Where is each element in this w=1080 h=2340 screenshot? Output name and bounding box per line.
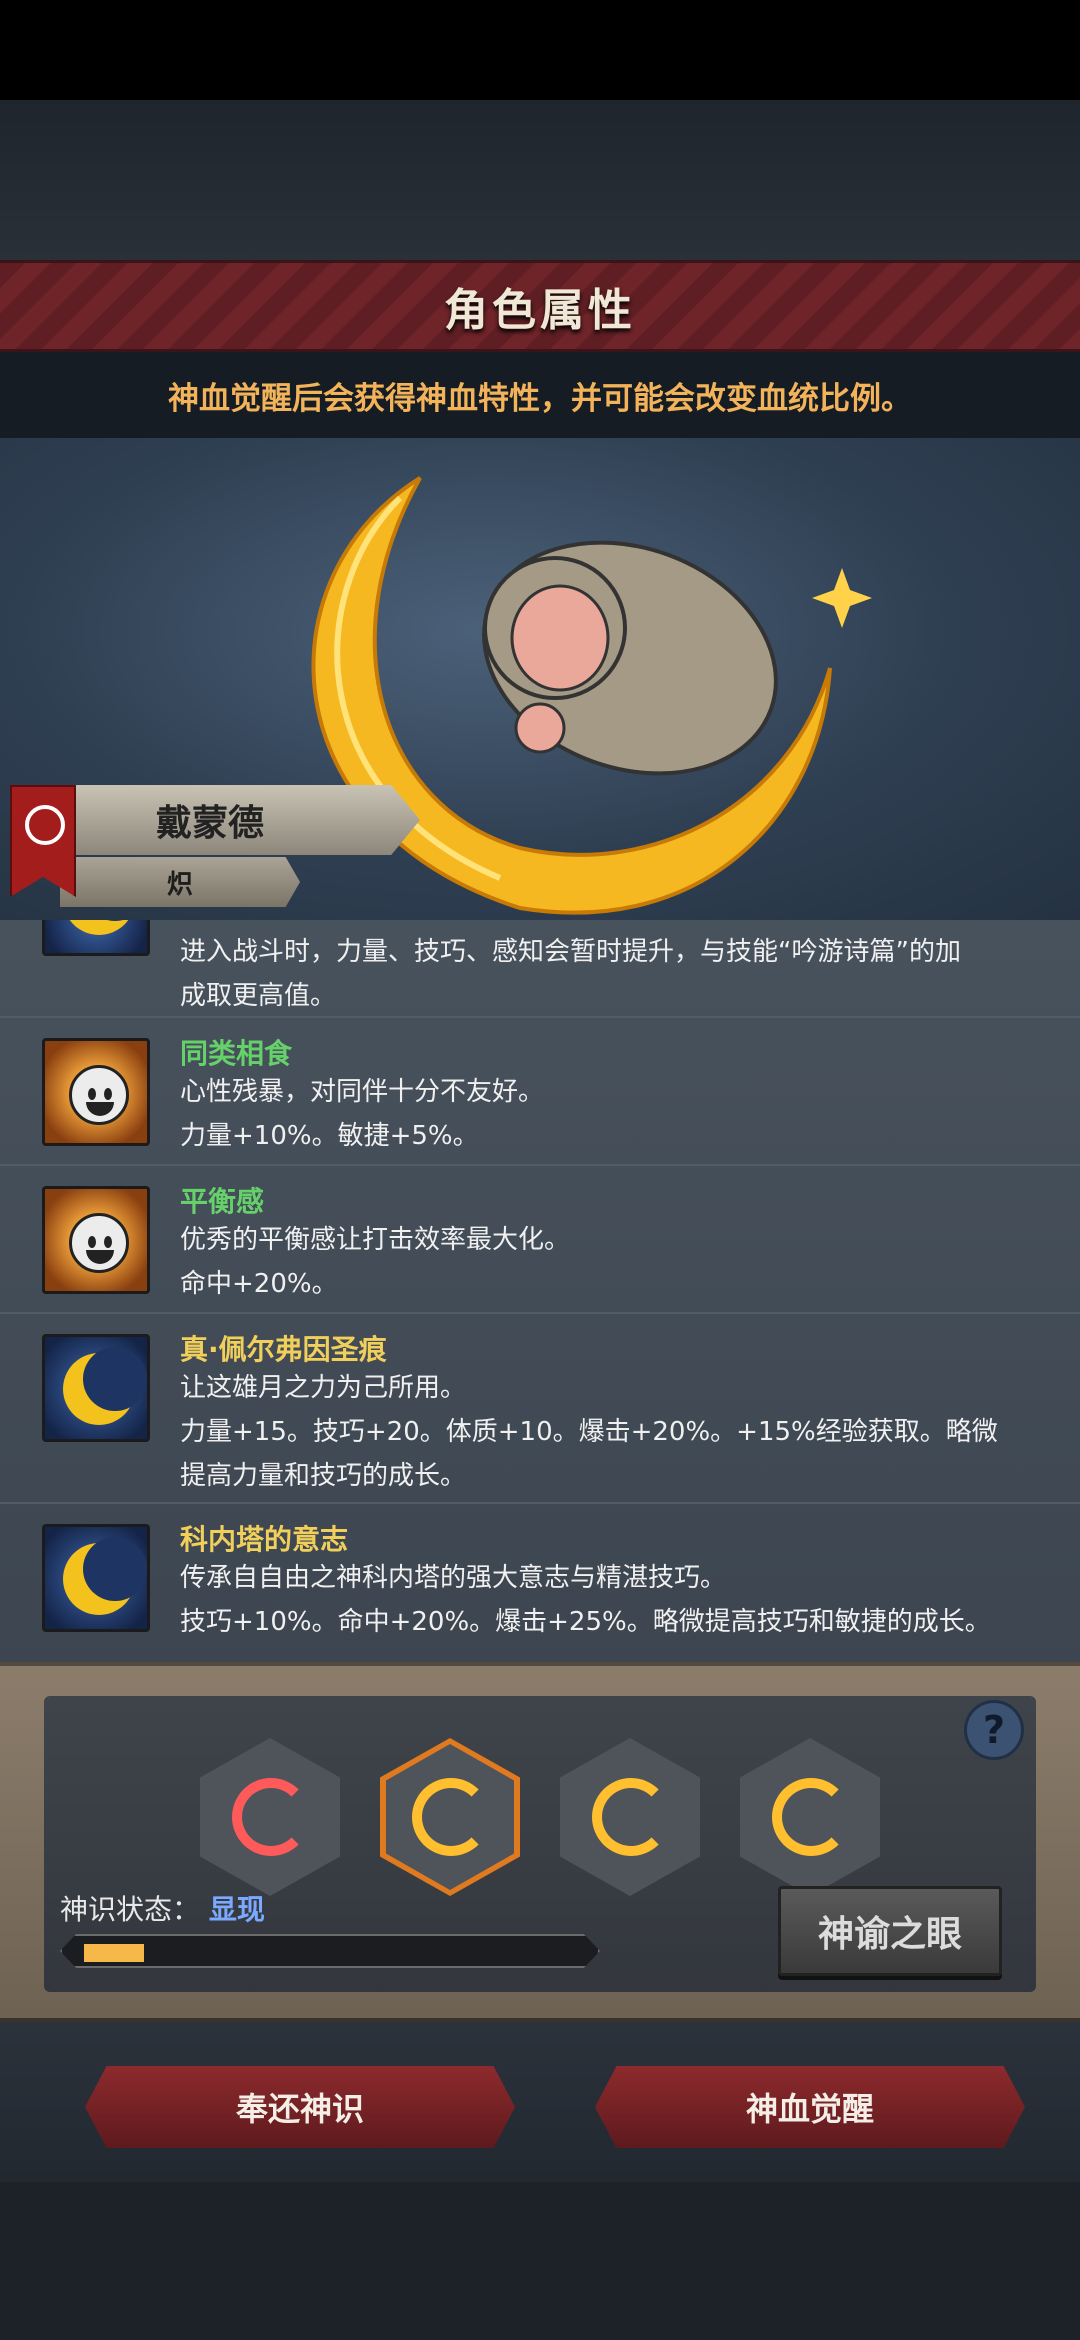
trait-item: 科内塔的意志 传承自自由之神科内塔的强大意志与精湛技巧。 技巧+10%。命中+2… [0, 1506, 1080, 1662]
character-subtitle: 炽 [166, 869, 193, 900]
oracle-eye-button[interactable]: 神谕之眼 [778, 1886, 1002, 1976]
trait-item: 真·佩尔弗因圣痕 让这雄月之力为己所用。 力量+15。技巧+20。体质+10。爆… [0, 1316, 1080, 1504]
gold-crescent-icon [772, 1778, 850, 1856]
trait-desc: 进入战斗时，力量、技巧、感知会暂时提升，与技能“吟游诗篇”的加 [180, 937, 961, 967]
status-value: 显现 [208, 1893, 265, 1926]
name-bar: 戴蒙德 [60, 785, 420, 855]
smiley-icon [42, 1038, 150, 1146]
divine-sense-progress [60, 1934, 600, 1968]
status-bar [0, 0, 1080, 100]
progress-fill [84, 1944, 144, 1962]
smiley-icon [42, 1186, 150, 1294]
trait-item: 同类相食 心性残暴，对同伴十分不友好。 力量+10%。敏捷+5%。 [0, 1020, 1080, 1166]
trait-name: 平衡感 [180, 1185, 265, 1218]
trait-desc: 优秀的平衡感让打击效率最大化。 [180, 1225, 571, 1255]
page-title: 角色属性 [444, 285, 636, 336]
notice-text: 神血觉醒后会获得神血特性，并可能会改变血统比例。 [0, 352, 1080, 438]
gold-moon-slot[interactable] [560, 1738, 700, 1896]
sun-banner-icon [10, 785, 76, 897]
trait-desc: 命中+20%。 [180, 1269, 338, 1299]
title-banner: 角色属性 [0, 260, 1080, 352]
gold-moon-slot[interactable] [740, 1738, 880, 1896]
trait-name: 同类相食 [180, 1037, 293, 1070]
red-crescent-icon [232, 1778, 310, 1856]
trait-name: 真·佩尔弗因圣痕 [180, 1333, 387, 1366]
character-name: 戴蒙德 [155, 803, 264, 844]
divine-sense-status: 神识状态： 显现 [60, 1888, 265, 1928]
gold-crescent-icon [592, 1778, 670, 1856]
trait-list[interactable]: 进入战斗时，力量、技巧、感知会暂时提升，与技能“吟游诗篇”的加 成取更高值。 同… [0, 920, 1080, 1662]
gold-crescent-icon [412, 1778, 490, 1856]
trait-item: 进入战斗时，力量、技巧、感知会暂时提升，与技能“吟游诗篇”的加 成取更高值。 [0, 920, 1080, 1018]
gold-moon-slot-selected[interactable] [380, 1738, 520, 1896]
trait-desc: 提高力量和技巧的成长。 [180, 1461, 467, 1491]
trait-name: 科内塔的意志 [180, 1523, 349, 1556]
moon-icon [42, 920, 150, 956]
trait-desc: 力量+10%。敏捷+5%。 [180, 1121, 479, 1151]
trait-desc: 让这雄月之力为己所用。 [180, 1373, 467, 1403]
character-name-plate: 戴蒙德 炽 [0, 785, 420, 915]
navigation-area [0, 2182, 1080, 2340]
trait-desc: 技巧+10%。命中+20%。爆击+25%。略微提高技巧和敏捷的成长。 [180, 1607, 991, 1637]
background-dim [0, 100, 1080, 260]
status-label: 神识状态： [60, 1893, 201, 1926]
trait-desc: 成取更高值。 [180, 981, 337, 1011]
subtitle-bar: 炽 [60, 857, 300, 907]
moon-icon [42, 1524, 150, 1632]
trait-desc: 心性残暴，对同伴十分不友好。 [180, 1077, 545, 1107]
return-divine-sense-button[interactable]: 奉还神识 [85, 2066, 515, 2148]
help-icon[interactable]: ? [964, 1700, 1024, 1760]
red-moon-slot[interactable] [200, 1738, 340, 1896]
divine-blood-awaken-button[interactable]: 神血觉醒 [595, 2066, 1025, 2148]
moon-icon [42, 1334, 150, 1442]
trait-desc: 传承自自由之神科内塔的强大意志与精湛技巧。 [180, 1563, 727, 1593]
trait-desc: 力量+15。技巧+20。体质+10。爆击+20%。+15%经验获取。略微 [180, 1417, 998, 1447]
trait-item: 平衡感 优秀的平衡感让打击效率最大化。 命中+20%。 [0, 1168, 1080, 1314]
